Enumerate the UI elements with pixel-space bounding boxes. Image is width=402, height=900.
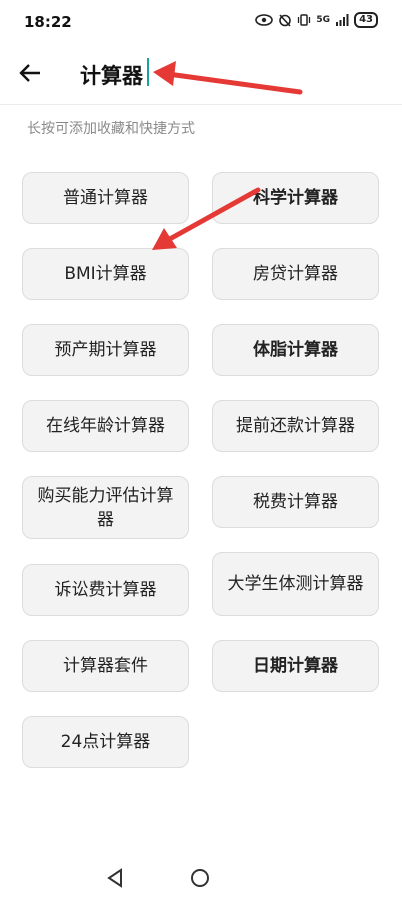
eye-icon bbox=[255, 14, 274, 26]
status-icons: 5G 43 bbox=[255, 12, 378, 28]
calculator-button-prepayment[interactable]: 提前还款计算器 bbox=[212, 400, 379, 452]
calculator-button-bmi[interactable]: BMI计算器 bbox=[22, 248, 189, 300]
calculator-button-suite[interactable]: 计算器套件 bbox=[22, 640, 189, 692]
network-type: 5G bbox=[316, 15, 331, 25]
calculator-button-body-fat[interactable]: 体脂计算器 bbox=[212, 324, 379, 376]
calculator-button-24-points[interactable]: 24点计算器 bbox=[22, 716, 189, 768]
calculator-button-tax[interactable]: 税费计算器 bbox=[212, 476, 379, 528]
calculator-button-date[interactable]: 日期计算器 bbox=[212, 640, 379, 692]
signal-icon bbox=[336, 14, 349, 26]
arrow-left-icon[interactable] bbox=[18, 60, 44, 86]
calculator-button-ordinary[interactable]: 普通计算器 bbox=[22, 172, 189, 224]
home-circle-icon[interactable] bbox=[190, 868, 210, 888]
calculator-button-mortgage[interactable]: 房贷计算器 bbox=[212, 248, 379, 300]
calculator-button-due-date[interactable]: 预产期计算器 bbox=[22, 324, 189, 376]
navigation-bar bbox=[0, 850, 402, 900]
hint-text: 长按可添加收藏和快捷方式 bbox=[27, 121, 195, 137]
status-time: 18:22 bbox=[24, 13, 72, 31]
search-header: 计算器 bbox=[0, 46, 402, 104]
calculator-button-fitness-test[interactable]: 大学生体测计算器 bbox=[212, 552, 379, 616]
battery-icon: 43 bbox=[354, 12, 378, 28]
alarm-off-icon bbox=[279, 14, 292, 27]
divider bbox=[0, 104, 402, 105]
text-cursor bbox=[147, 58, 149, 86]
search-input[interactable]: 计算器 bbox=[80, 60, 143, 90]
calculator-button-scientific[interactable]: 科学计算器 bbox=[212, 172, 379, 224]
calculator-button-litigation[interactable]: 诉讼费计算器 bbox=[22, 564, 189, 616]
calculator-button-affordability[interactable]: 购买能力评估计算器 bbox=[22, 476, 189, 539]
back-triangle-icon[interactable] bbox=[106, 868, 124, 888]
calculator-button-age[interactable]: 在线年龄计算器 bbox=[22, 400, 189, 452]
vibrate-icon bbox=[298, 14, 311, 26]
status-bar: 18:22 5G 43 bbox=[0, 0, 402, 46]
